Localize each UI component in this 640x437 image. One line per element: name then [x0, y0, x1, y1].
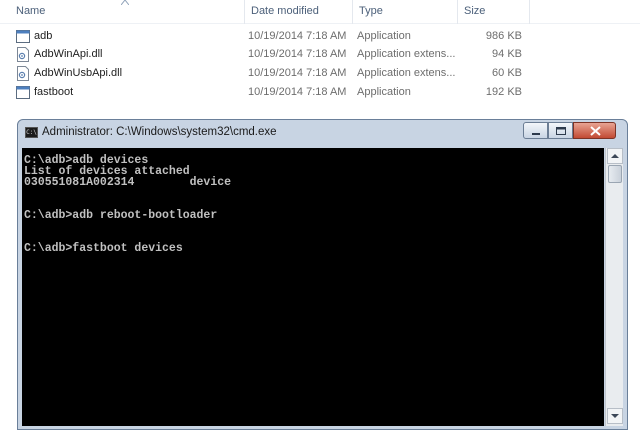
cmd-titlebar[interactable]: C:\ Administrator: C:\Windows\system32\c…	[18, 120, 627, 147]
file-row-adbwinapi[interactable]: AdbWinApi.dll 10/19/2014 7:18 AM Applica…	[0, 45, 640, 64]
file-date: 10/19/2014 7:18 AM	[248, 30, 347, 42]
scroll-down-button[interactable]	[607, 408, 623, 424]
console-output: C:\adb>adb devices List of devices attac…	[24, 154, 232, 255]
file-date: 10/19/2014 7:18 AM	[248, 67, 347, 79]
vertical-scrollbar[interactable]	[605, 148, 623, 426]
close-icon	[590, 126, 601, 136]
close-button[interactable]	[573, 122, 616, 139]
scroll-thumb[interactable]	[608, 165, 622, 183]
file-size: 94 KB	[492, 48, 522, 60]
file-size: 60 KB	[492, 67, 522, 79]
maximize-icon	[556, 127, 566, 135]
console-area[interactable]: C:\adb>adb devices List of devices attac…	[22, 148, 604, 426]
arrow-up-icon	[611, 154, 619, 158]
sort-ascending-icon	[121, 0, 129, 5]
file-row-fastboot[interactable]: fastboot 10/19/2014 7:18 AM Application …	[0, 83, 640, 102]
file-date: 10/19/2014 7:18 AM	[248, 86, 347, 98]
file-list-pane: Name Date modified Type Size adb 10/19/2…	[0, 0, 640, 110]
file-row-adbwinusbapi[interactable]: AdbWinUsbApi.dll 10/19/2014 7:18 AM Appl…	[0, 64, 640, 83]
column-header-type[interactable]: Type	[353, 0, 458, 24]
file-name: adb	[34, 30, 53, 42]
window-title: Administrator: C:\Windows\system32\cmd.e…	[42, 126, 277, 138]
file-size: 986 KB	[485, 30, 522, 42]
cmd-window: C:\ Administrator: C:\Windows\system32\c…	[17, 119, 628, 430]
scroll-up-button[interactable]	[607, 148, 623, 164]
minimize-icon	[532, 133, 540, 135]
file-type: Application extens...	[357, 67, 456, 79]
file-type: Application	[357, 86, 411, 98]
cmd-icon[interactable]: C:\	[25, 127, 38, 138]
file-size: 192 KB	[485, 86, 522, 98]
dll-icon	[17, 66, 29, 81]
arrow-down-icon	[611, 414, 619, 418]
application-icon	[16, 30, 30, 43]
minimize-button[interactable]	[523, 122, 548, 139]
application-icon	[16, 86, 30, 99]
file-type: Application extens...	[357, 48, 456, 60]
file-date: 10/19/2014 7:18 AM	[248, 48, 347, 60]
file-type: Application	[357, 30, 411, 42]
file-name: fastboot	[34, 86, 74, 98]
column-header-size[interactable]: Size	[458, 0, 530, 24]
column-header-date[interactable]: Date modified	[245, 0, 353, 24]
dll-icon	[17, 47, 29, 62]
file-name: AdbWinUsbApi.dll	[34, 67, 123, 79]
column-header-bar: Name Date modified Type Size	[0, 0, 640, 24]
file-name: AdbWinApi.dll	[34, 48, 103, 60]
file-row-adb[interactable]: adb 10/19/2014 7:18 AM Application 986 K…	[0, 27, 640, 46]
maximize-button[interactable]	[548, 122, 573, 139]
